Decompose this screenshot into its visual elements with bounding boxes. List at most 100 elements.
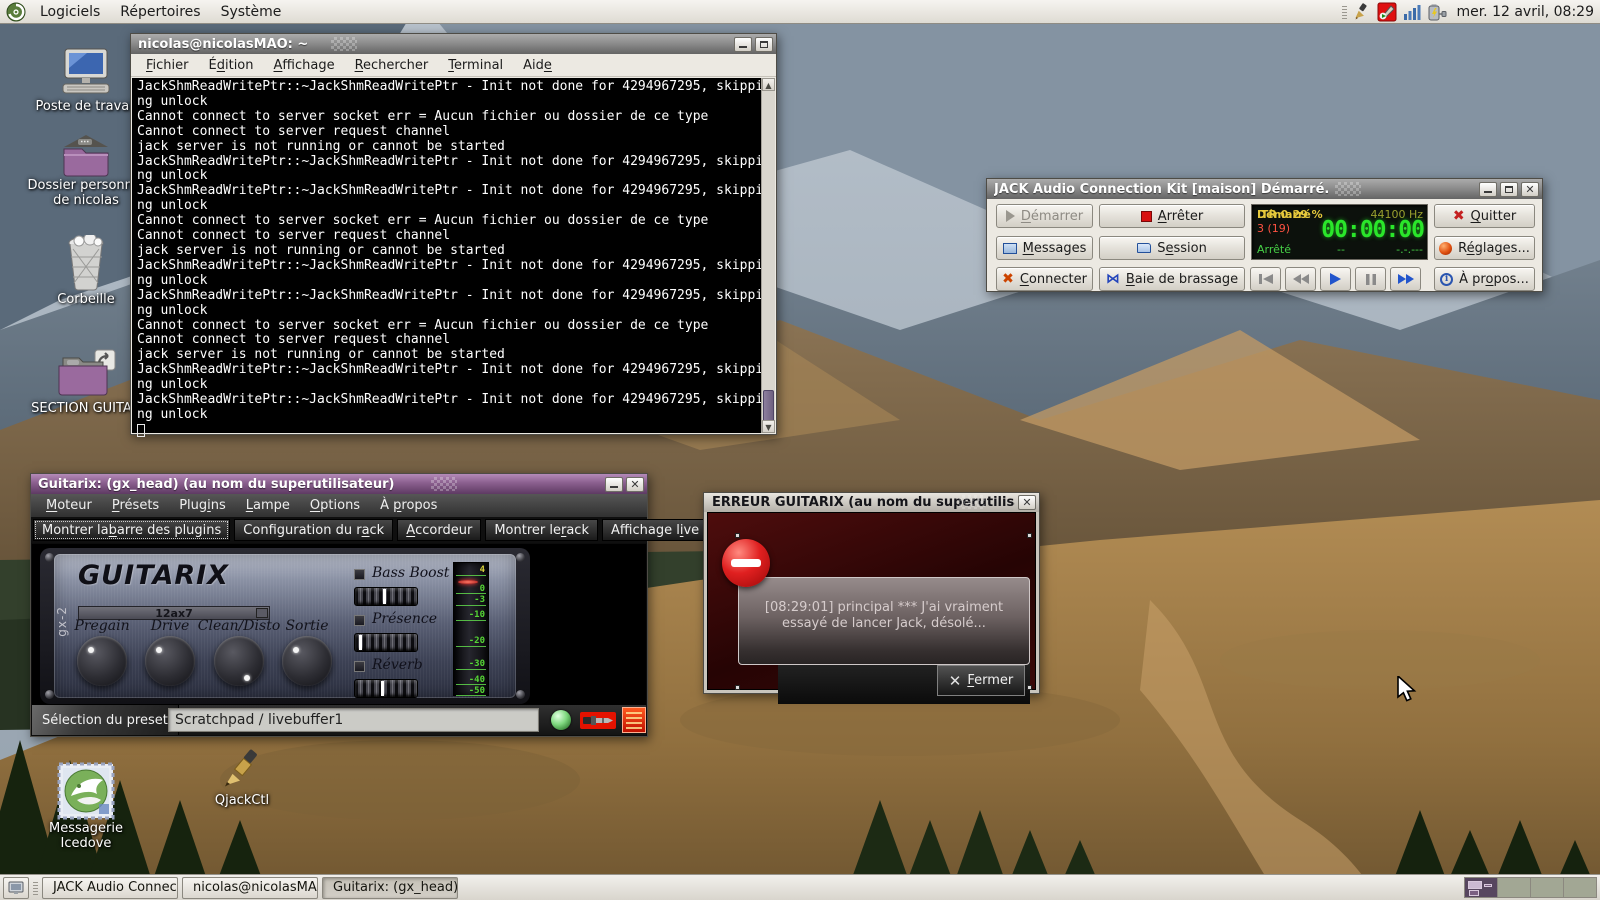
jack-connect-label: Connecter xyxy=(1019,271,1087,287)
reverb-checkbox[interactable] xyxy=(354,661,365,672)
stylus-tray-icon[interactable] xyxy=(1352,2,1372,22)
amp-faceplate: GUITARIX gx-2 12ax7 Pregain Drive Clean/… xyxy=(54,554,516,698)
tube-selector-button[interactable] xyxy=(256,608,268,618)
menu-moteur[interactable]: Moteur xyxy=(36,495,102,516)
scrollbar-thumb[interactable] xyxy=(763,390,774,424)
transport-rewind-button[interactable] xyxy=(1285,267,1316,291)
panel-menu-repertoires[interactable]: Répertoires xyxy=(110,2,210,22)
guitarix-titlebar[interactable]: Guitarix: (gx_head) (au nom du superutil… xyxy=(31,474,647,494)
connect-icon: ✖ xyxy=(1002,271,1014,287)
taskbar-item-jack[interactable]: JACK Audio Connectio... xyxy=(42,876,178,899)
toolbar-affichage-live[interactable]: Affichage l i ve xyxy=(602,519,709,541)
presence-checkbox[interactable] xyxy=(354,615,365,626)
minimize-button[interactable] xyxy=(1479,181,1497,197)
jack-plug-icon[interactable] xyxy=(580,712,616,729)
terminal-title: nicolas@nicolasMAO: ~ xyxy=(138,36,309,52)
menu-terminal[interactable]: Terminal xyxy=(438,55,513,76)
terminal-scrollbar[interactable]: ▲ ▼ xyxy=(761,78,775,433)
menu-edition[interactable]: Édition xyxy=(199,55,264,76)
jack-connect-button[interactable]: ✖ Connecter xyxy=(996,267,1093,291)
preset-input[interactable] xyxy=(168,708,539,732)
close-button[interactable]: ✕ xyxy=(626,476,644,492)
jack-start-button[interactable]: Démarrer xyxy=(996,204,1093,228)
resize-handle[interactable] xyxy=(1027,685,1032,690)
toolbar-montrer-barre-plugins[interactable]: Montrer la b arre des plugins xyxy=(33,519,231,541)
jack-session-button[interactable]: Session xyxy=(1099,236,1245,260)
error-dialog-titlebar[interactable]: ERREUR GUITARIX (au nom du superutilisat… xyxy=(704,493,1039,512)
presence-roller[interactable] xyxy=(354,633,418,652)
workspace-1[interactable] xyxy=(1465,878,1498,897)
menu-affichage[interactable]: Affichage xyxy=(264,55,345,76)
bass-boost-checkbox[interactable] xyxy=(354,569,365,580)
power-battery-tray-icon[interactable] xyxy=(1427,2,1447,22)
workspace-2[interactable] xyxy=(1498,878,1531,897)
jack-patchbay-button[interactable]: ⋈ Baie de brassage xyxy=(1099,267,1245,291)
menu-lampe[interactable]: Lampe xyxy=(236,495,300,516)
presence-label: Présence xyxy=(372,611,438,627)
panel-menu-logiciels[interactable]: Logiciels xyxy=(30,2,110,22)
toolbar-montrer-rack[interactable]: Montrer le r ack xyxy=(485,519,598,541)
transport-rewind-start-button[interactable] xyxy=(1250,267,1281,291)
reverb-roller[interactable] xyxy=(354,679,418,698)
home-folder-icon xyxy=(63,135,109,177)
panel-clock[interactable]: mer. 12 avril, 08:29 xyxy=(1456,4,1594,20)
amp-side-label: gx-2 xyxy=(55,606,69,637)
minimize-button[interactable] xyxy=(734,36,752,52)
sortie-knob[interactable] xyxy=(282,636,332,686)
desktop-icon-label: QjackCtl xyxy=(214,793,270,808)
fermer-button[interactable]: ✕ Fermer xyxy=(937,665,1025,696)
terminal-output[interactable]: JackShmReadWritePtr::~JackShmReadWritePt… xyxy=(132,78,775,437)
resize-handle[interactable] xyxy=(1027,533,1032,538)
show-desktop-button[interactable] xyxy=(3,876,29,899)
desktop-icon-messagerie-icedove[interactable]: Messagerie Icedove xyxy=(24,762,148,852)
screw-icon xyxy=(516,553,525,562)
close-button[interactable]: ✕ xyxy=(1018,495,1036,510)
jack-titlebar[interactable]: JACK Audio Connection Kit [maison] Démar… xyxy=(987,179,1542,199)
jack-messages-button[interactable]: Messages xyxy=(996,236,1093,260)
guitarix-badge-icon[interactable] xyxy=(622,707,646,733)
terminal-titlebar[interactable]: nicolas@nicolasMAO: ~ xyxy=(131,34,776,54)
terminal-window: nicolas@nicolasMAO: ~ Fichier Édition Af… xyxy=(130,33,777,437)
drive-knob[interactable] xyxy=(145,636,195,686)
resize-handle[interactable] xyxy=(735,685,740,690)
minimize-button[interactable] xyxy=(605,476,623,492)
menu-aide[interactable]: Aide xyxy=(513,55,562,76)
transport-play-button[interactable] xyxy=(1320,267,1351,291)
amp-case: GUITARIX gx-2 12ax7 Pregain Drive Clean/… xyxy=(40,548,530,704)
menu-rechercher[interactable]: Rechercher xyxy=(345,55,439,76)
clean-disto-knob[interactable] xyxy=(214,636,264,686)
scroll-down-icon[interactable]: ▼ xyxy=(762,420,775,433)
taskbar-item-guitarix[interactable]: Guitarix: (gx_head) (a... xyxy=(322,876,458,899)
menu-a-propos[interactable]: À propos xyxy=(370,495,447,516)
menu-fichier[interactable]: Fichier xyxy=(136,55,199,76)
distro-logo-icon[interactable] xyxy=(6,2,26,22)
taskbar-item-terminal[interactable]: nicolas@nicolasMAO: ~ xyxy=(182,876,318,899)
taskbar-grip[interactable] xyxy=(33,880,38,895)
workspace-3[interactable] xyxy=(1531,878,1564,897)
maximize-button[interactable] xyxy=(1500,181,1518,197)
maximize-button[interactable] xyxy=(755,36,773,52)
toolbar-configuration-rack[interactable]: Configuration du r a ck xyxy=(234,519,394,541)
menu-options[interactable]: Options xyxy=(300,495,370,516)
bass-boost-roller[interactable] xyxy=(354,587,418,606)
audio-app-tray-icon[interactable] xyxy=(1377,2,1397,22)
knob-label-drive: Drive xyxy=(150,618,190,634)
toolbar-accordeur[interactable]: Accordeur xyxy=(397,519,482,541)
pregain-knob[interactable] xyxy=(77,636,127,686)
tray-grip[interactable] xyxy=(1342,4,1348,19)
jack-about-button[interactable]: i À propos... xyxy=(1434,267,1535,291)
menu-presets[interactable]: Présets xyxy=(102,495,169,516)
transport-forward-button[interactable] xyxy=(1390,267,1421,291)
jack-quit-button[interactable]: ✖ Quitter xyxy=(1434,204,1535,228)
jack-setup-button[interactable]: Réglages... xyxy=(1434,236,1535,260)
jack-stop-button[interactable]: Arrêter xyxy=(1099,204,1245,228)
desktop-icon-qjackctl[interactable]: QjackCtl xyxy=(180,748,304,809)
workspace-4[interactable] xyxy=(1564,878,1596,897)
resize-handle[interactable] xyxy=(735,533,740,538)
bar-chart-tray-icon[interactable] xyxy=(1402,2,1422,22)
menu-plugins[interactable]: Plugins xyxy=(169,495,236,516)
close-button[interactable]: ✕ xyxy=(1521,181,1539,197)
transport-pause-button[interactable] xyxy=(1355,267,1386,291)
panel-menu-systeme[interactable]: Système xyxy=(211,2,292,22)
scroll-up-icon[interactable]: ▲ xyxy=(762,78,775,91)
